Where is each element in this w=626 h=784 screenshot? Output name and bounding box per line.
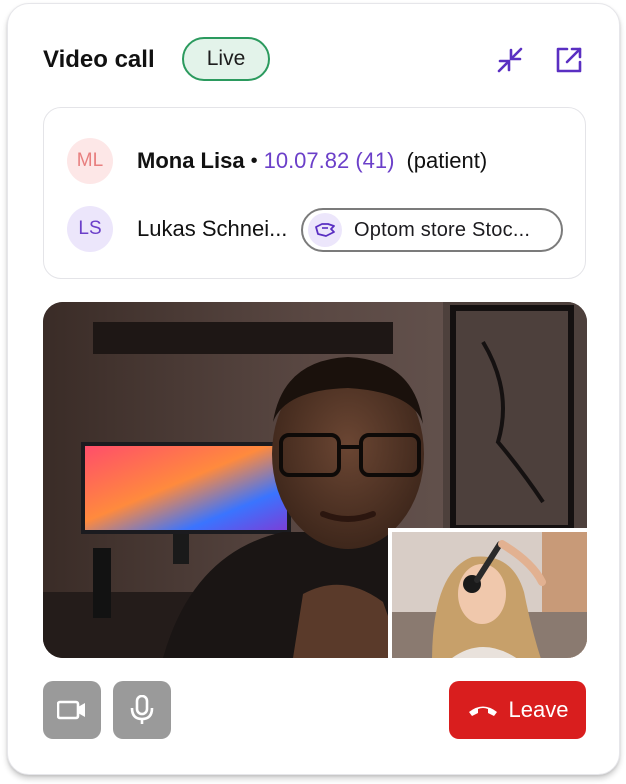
- camera-icon: [57, 700, 85, 720]
- store-label: Optom store Stoc...: [354, 218, 531, 241]
- leave-button[interactable]: Leave: [449, 681, 586, 739]
- patient-role: (patient): [406, 148, 488, 173]
- store-chip[interactable]: Optom store Stoc...: [301, 208, 563, 252]
- patient-name: Mona Lisa: [137, 148, 245, 173]
- camera-button[interactable]: [43, 681, 101, 739]
- participants-panel: ML Mona Lisa • 10.07.82 (41) (patient) L…: [43, 107, 586, 279]
- store-icon: [308, 213, 342, 247]
- microphone-button[interactable]: [113, 681, 171, 739]
- separator: •: [250, 149, 258, 172]
- self-view-video[interactable]: [388, 528, 587, 658]
- avatar: LS: [67, 206, 113, 252]
- status-badge: Live: [182, 37, 270, 81]
- patient-info: Mona Lisa • 10.07.82 (41) (patient): [137, 138, 487, 184]
- avatar: ML: [67, 138, 113, 184]
- video-call-card: Video call Live ML Mona Lisa • 10.07.82 …: [7, 3, 620, 775]
- microphone-icon: [130, 695, 154, 724]
- phone-hangup-icon: [467, 703, 499, 717]
- collapse-arrows-icon[interactable]: [494, 44, 526, 76]
- open-in-new-icon[interactable]: [553, 44, 585, 76]
- self-view-image: [392, 532, 587, 658]
- practitioner-info: Lukas Schnei...: [137, 206, 297, 252]
- page-title: Video call: [43, 46, 155, 73]
- leave-label: Leave: [508, 697, 569, 722]
- patient-dob: 10.07.82 (41): [263, 148, 395, 173]
- practitioner-name: Lukas Schnei...: [137, 216, 288, 241]
- video-feed: [43, 302, 587, 658]
